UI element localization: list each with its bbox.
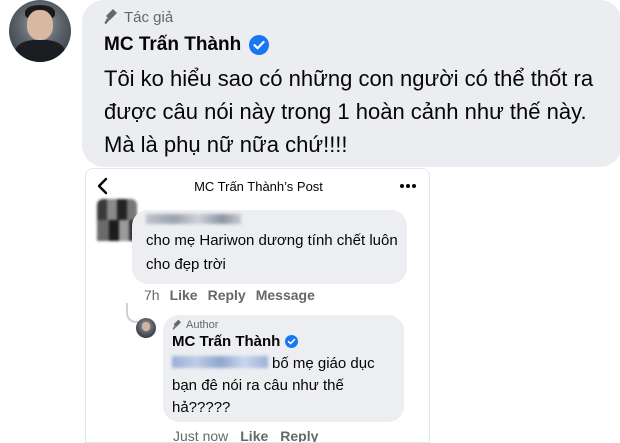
reply-text: bố mẹ giáo dục bạn đê nói ra câu như thế… — [172, 355, 375, 416]
avatar-face — [142, 322, 150, 331]
author-badge-label: Tác giả — [124, 8, 174, 26]
verified-badge-icon — [285, 335, 299, 348]
comment-time: 7h — [144, 287, 160, 303]
microphone-icon — [104, 9, 117, 25]
embedded-post-screenshot: MC Trấn Thành’s Post cho mẹ Hariwon dươn… — [85, 168, 430, 443]
microphone-icon — [172, 319, 181, 330]
more-dots-icon[interactable] — [399, 179, 417, 193]
reply-author-badge-row: Author — [172, 319, 218, 331]
comment-text: cho mẹ Hariwon dương tính chết luôn cho … — [146, 232, 398, 273]
back-chevron-icon[interactable] — [96, 177, 110, 195]
verified-badge-icon — [249, 35, 270, 55]
reply-author-badge-label: Author — [186, 319, 219, 331]
message-button[interactable]: Message — [256, 287, 315, 303]
commenter-name-row: MC Trấn Thành — [104, 34, 270, 56]
embedded-post-header: MC Trấn Thành’s Post — [86, 169, 429, 203]
reply-name-row: MC Trấn Thành — [172, 333, 299, 350]
blurred-commenter-avatar — [97, 199, 137, 241]
reply-button[interactable]: Reply — [280, 428, 318, 442]
comment-actions: 7h Like Reply Message — [144, 287, 315, 303]
reply-button[interactable]: Reply — [208, 287, 246, 303]
like-button[interactable]: Like — [170, 287, 198, 303]
reply-actions: Just now Like Reply — [173, 428, 318, 443]
main-comment-text: Tôi ko hiểu sao có những con người có th… — [104, 66, 594, 157]
avatar-suit — [15, 40, 65, 62]
reply-thread-line — [126, 303, 138, 323]
like-button[interactable]: Like — [240, 428, 268, 442]
reply-time: Just now — [173, 428, 229, 443]
author-badge-row: Tác giả — [104, 8, 173, 26]
avatar-face — [27, 10, 53, 40]
reply-author-avatar[interactable] — [136, 318, 156, 338]
blurred-commenter-name — [146, 214, 241, 224]
embedded-post-title: MC Trấn Thành’s Post — [194, 178, 323, 194]
commenter-name[interactable]: MC Trấn Thành — [104, 34, 241, 56]
author-avatar[interactable] — [9, 0, 71, 62]
reply-author-name[interactable]: MC Trấn Thành — [172, 333, 280, 350]
